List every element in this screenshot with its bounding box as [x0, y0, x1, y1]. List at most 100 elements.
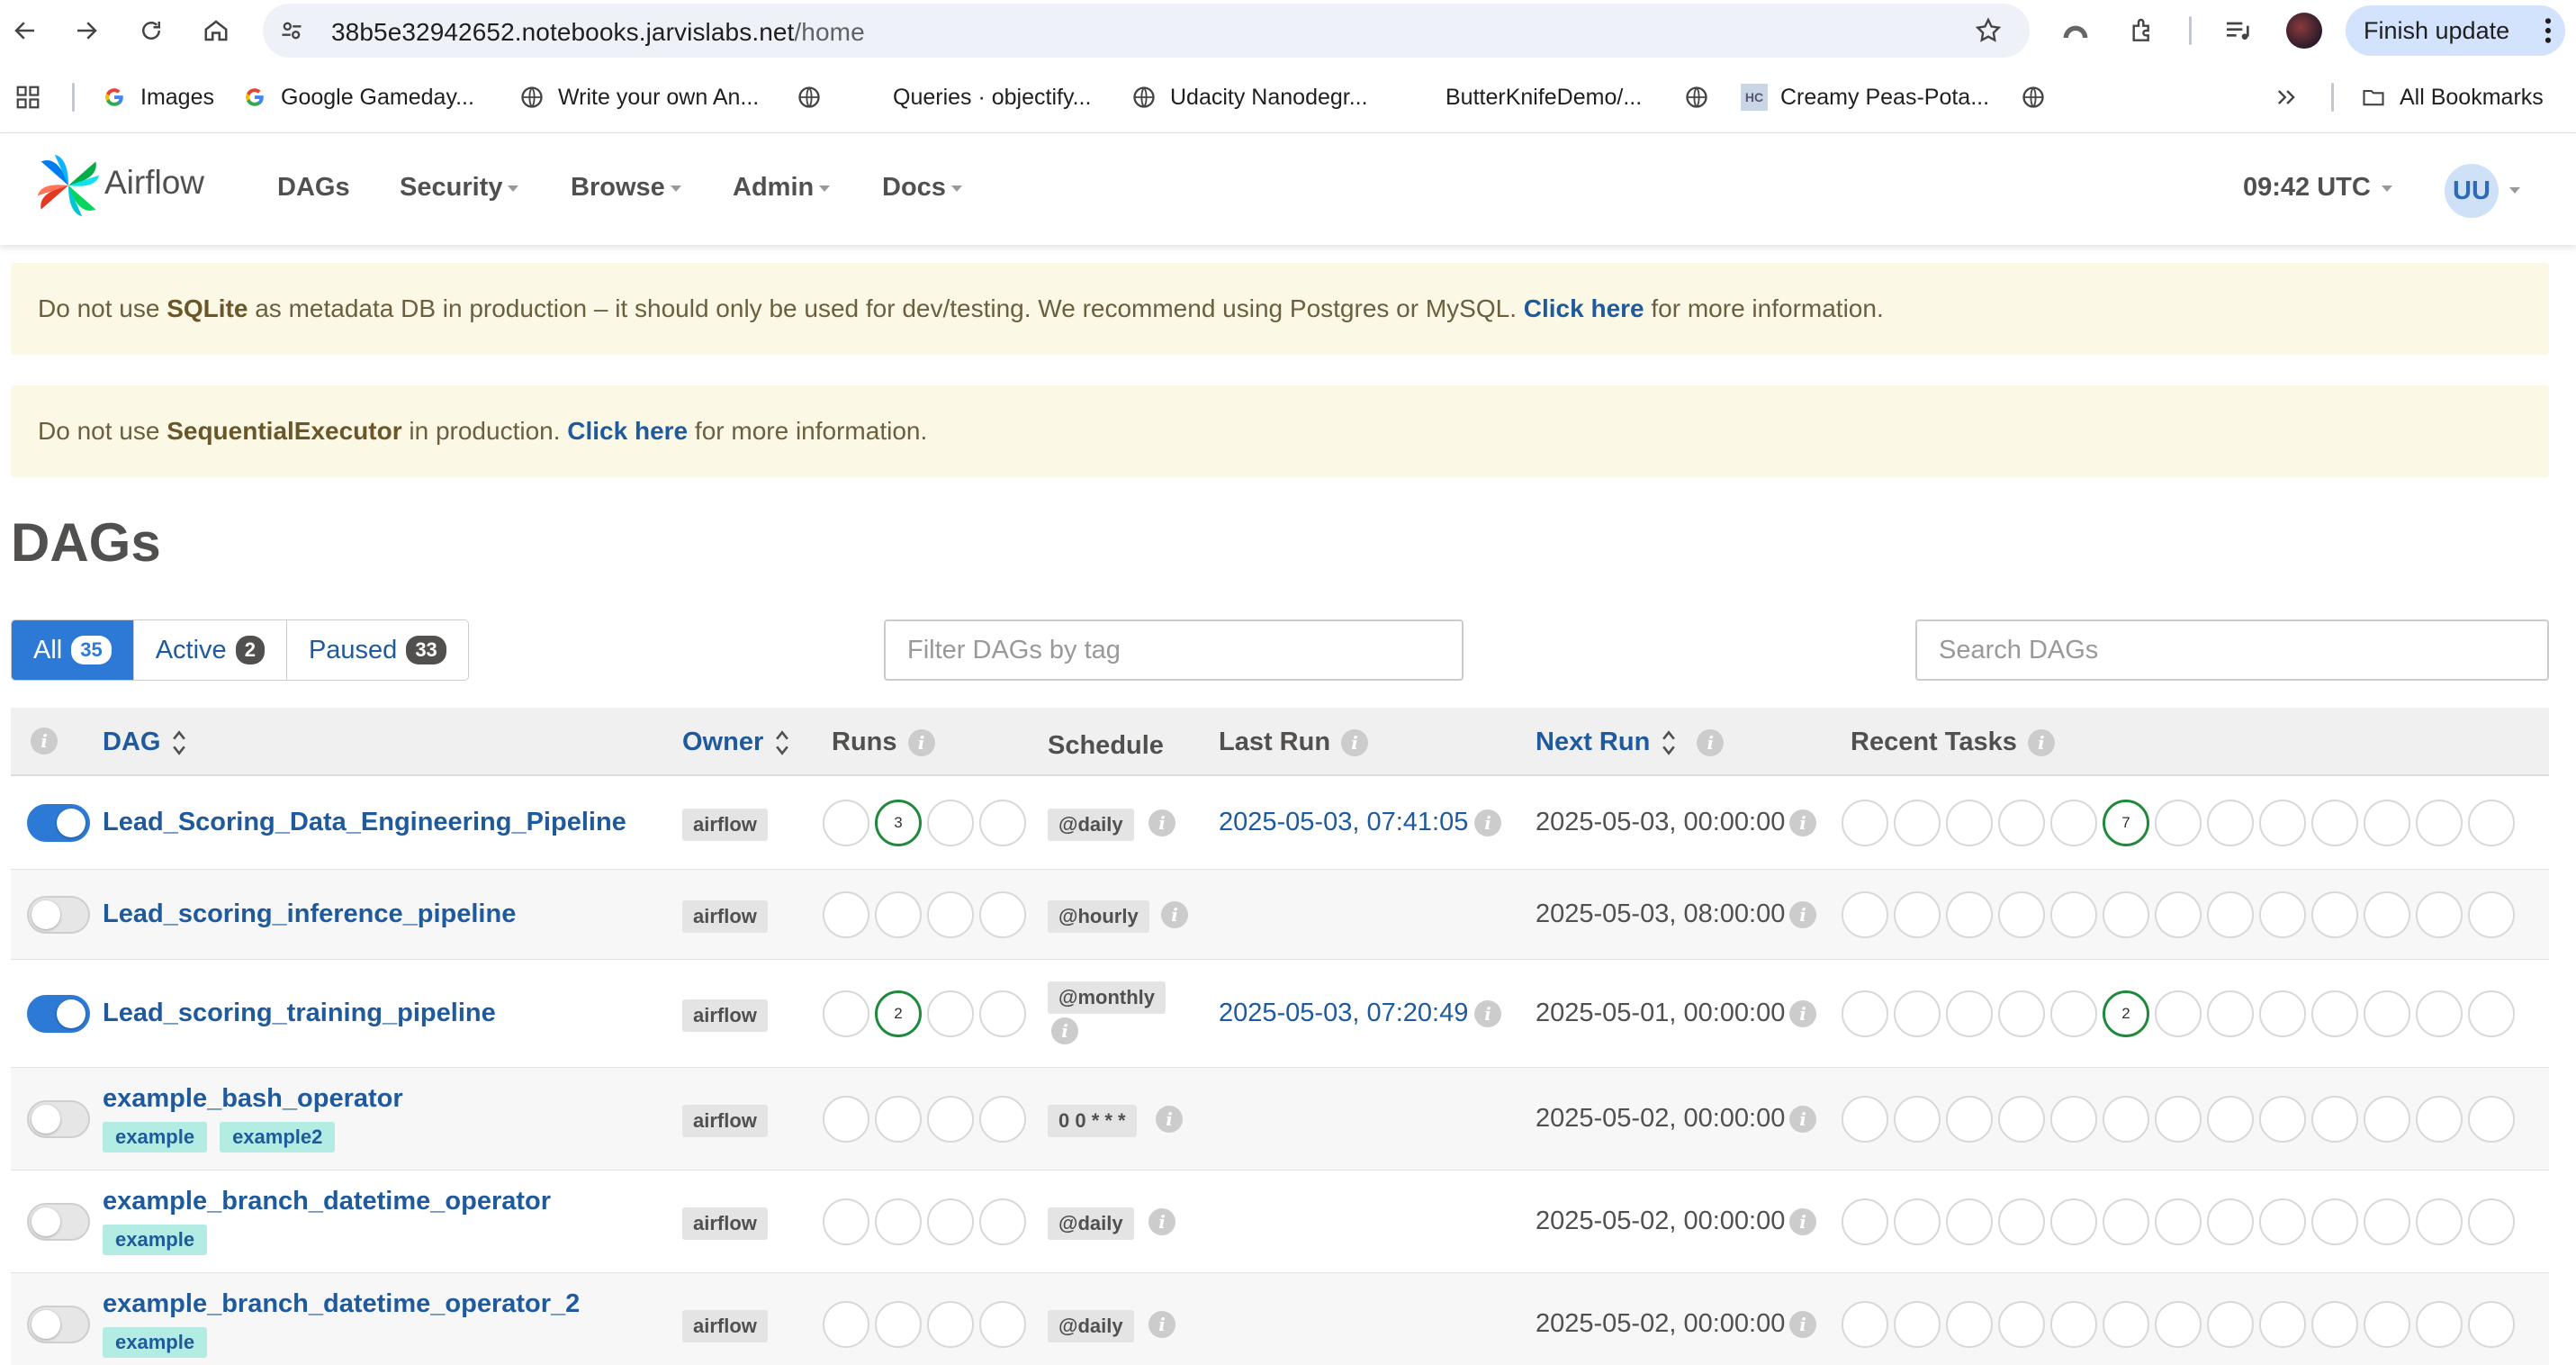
owner-badge[interactable]: airflow — [682, 1105, 768, 1137]
pause-toggle[interactable] — [27, 1203, 90, 1241]
task-status-circle[interactable] — [2364, 891, 2410, 938]
owner-badge[interactable]: airflow — [682, 809, 768, 841]
task-status-circle[interactable] — [2311, 990, 2358, 1037]
run-status-circle[interactable] — [979, 1198, 1026, 1245]
last-run-link[interactable]: 2025-05-03, 07:41:05 — [1219, 808, 1468, 837]
bookmark-item[interactable]: ButterKnifeDemo/... — [1446, 79, 1642, 115]
task-status-circle[interactable] — [2416, 1096, 2463, 1143]
click-here-link[interactable]: Click here — [567, 417, 688, 446]
info-icon[interactable]: i — [1148, 1311, 1175, 1338]
owner-badge[interactable]: airflow — [682, 999, 768, 1032]
extension-arc-icon[interactable] — [2058, 13, 2094, 49]
more-bookmarks-button[interactable] — [2274, 79, 2299, 115]
bookmark-item[interactable]: Write your own An... — [518, 79, 759, 115]
bookmark-item[interactable] — [2020, 79, 2059, 115]
tag-badge[interactable]: example — [103, 1122, 208, 1153]
owner-badge[interactable]: airflow — [682, 1310, 768, 1342]
task-status-circle[interactable] — [2311, 1096, 2358, 1143]
task-status-circle[interactable] — [1946, 1301, 1993, 1348]
task-status-circle[interactable] — [1998, 1301, 2045, 1348]
info-icon[interactable]: i — [1789, 1208, 1816, 1235]
bookmark-item[interactable]: HC Creamy Peas-Pota... — [1741, 79, 1989, 115]
info-icon[interactable]: i — [2027, 728, 2055, 756]
task-status-circle[interactable] — [1998, 1198, 2045, 1245]
timezone-dropdown[interactable]: 09:42 UTC — [2243, 173, 2392, 203]
menu-admin[interactable]: Admin — [733, 173, 831, 203]
click-here-link[interactable]: Click here — [1524, 294, 1644, 323]
tag-badge[interactable]: example — [103, 1225, 208, 1255]
task-status-circle[interactable] — [2416, 891, 2463, 938]
run-status-circle[interactable] — [823, 1198, 869, 1245]
task-status-circle[interactable] — [1894, 1198, 1941, 1245]
owner-badge[interactable]: airflow — [682, 1207, 768, 1240]
run-status-circle[interactable] — [979, 891, 1026, 938]
task-status-circle[interactable] — [2207, 990, 2254, 1037]
run-status-circle[interactable] — [823, 1096, 869, 1143]
info-icon[interactable]: i — [1789, 1000, 1816, 1027]
task-status-circle[interactable] — [2468, 891, 2515, 938]
run-status-circle[interactable] — [823, 800, 869, 846]
info-icon[interactable]: i — [31, 728, 58, 755]
back-button[interactable] — [7, 13, 43, 49]
pause-toggle[interactable] — [27, 896, 90, 934]
task-status-circle[interactable] — [2050, 891, 2097, 938]
task-status-circle[interactable] — [2103, 891, 2149, 938]
schedule-badge[interactable]: @monthly — [1048, 981, 1166, 1014]
task-status-circle[interactable] — [2468, 800, 2515, 846]
forward-button[interactable] — [68, 13, 104, 49]
menu-browse[interactable]: Browse — [571, 173, 681, 203]
task-status-circle[interactable]: 7 — [2103, 800, 2149, 846]
task-status-circle[interactable] — [1894, 800, 1941, 846]
task-status-circle[interactable] — [2103, 1301, 2149, 1348]
task-status-circle[interactable] — [2207, 1198, 2254, 1245]
task-status-circle[interactable] — [1842, 1198, 1888, 1245]
task-status-circle[interactable] — [2155, 990, 2202, 1037]
task-status-circle[interactable] — [1894, 990, 1941, 1037]
task-status-circle[interactable] — [2103, 1198, 2149, 1245]
tag-filter-input[interactable]: Filter DAGs by tag — [884, 619, 1464, 681]
task-status-circle[interactable] — [1998, 990, 2045, 1037]
task-status-circle[interactable] — [1998, 1096, 2045, 1143]
address-bar[interactable]: 38b5e32942652.notebooks.jarvislabs.net/h… — [263, 4, 2030, 58]
run-status-circle[interactable] — [927, 990, 974, 1037]
info-icon[interactable]: i — [1789, 809, 1816, 836]
task-status-circle[interactable] — [2468, 1198, 2515, 1245]
header-dag[interactable]: DAG — [103, 728, 187, 757]
task-status-circle[interactable] — [1946, 891, 1993, 938]
task-status-circle[interactable] — [2364, 1198, 2410, 1245]
info-icon[interactable]: i — [1474, 809, 1501, 836]
bookmark-item[interactable]: Queries · objectify... — [893, 79, 1091, 115]
task-status-circle[interactable] — [2364, 990, 2410, 1037]
run-status-circle[interactable] — [979, 800, 1026, 846]
task-status-circle[interactable] — [2259, 1198, 2306, 1245]
airflow-pinwheel-icon[interactable] — [34, 149, 103, 226]
run-status-circle[interactable] — [823, 1301, 869, 1348]
task-status-circle[interactable] — [2311, 891, 2358, 938]
info-icon[interactable]: i — [1341, 728, 1369, 756]
dag-name-link[interactable]: Lead_Scoring_Data_Engineering_Pipeline — [103, 808, 626, 837]
dag-name-link[interactable]: example_bash_operator — [103, 1084, 403, 1114]
info-icon[interactable]: i — [907, 728, 935, 756]
pause-toggle[interactable] — [27, 804, 90, 842]
dag-name-link[interactable]: example_branch_datetime_operator_2 — [103, 1289, 580, 1319]
run-status-circle[interactable] — [927, 1096, 974, 1143]
tag-badge[interactable]: example2 — [220, 1122, 336, 1153]
run-status-circle[interactable]: 2 — [875, 990, 922, 1037]
task-status-circle[interactable] — [1946, 1198, 1993, 1245]
task-status-circle[interactable] — [2155, 891, 2202, 938]
task-status-circle[interactable] — [1946, 800, 1993, 846]
task-status-circle[interactable] — [2207, 800, 2254, 846]
reload-button[interactable] — [133, 13, 169, 49]
header-owner[interactable]: Owner — [682, 728, 790, 757]
run-status-circle[interactable] — [979, 1096, 1026, 1143]
menu-security[interactable]: Security — [400, 173, 519, 203]
info-icon[interactable]: i — [1697, 728, 1725, 756]
task-status-circle[interactable] — [2468, 1301, 2515, 1348]
task-status-circle[interactable] — [1946, 1096, 1993, 1143]
run-status-circle[interactable] — [823, 990, 869, 1037]
search-dags-input[interactable]: Search DAGs — [1915, 619, 2549, 681]
task-status-circle[interactable]: 2 — [2103, 990, 2149, 1037]
home-button[interactable] — [198, 13, 234, 49]
task-status-circle[interactable] — [2364, 1096, 2410, 1143]
task-status-circle[interactable] — [2468, 990, 2515, 1037]
